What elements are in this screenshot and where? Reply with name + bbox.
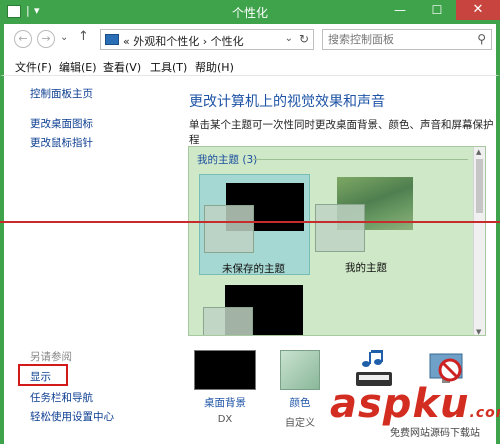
up-button[interactable]: ↑ — [78, 29, 89, 44]
minimize-button[interactable]: — — [382, 0, 418, 20]
maximize-button[interactable]: ☐ — [418, 0, 456, 20]
menu-file[interactable]: 文件(F) — [15, 59, 52, 75]
change-desktop-icons-link[interactable]: 更改桌面图标 — [30, 116, 93, 131]
desktop-background-value: DX — [217, 414, 233, 425]
menu-view[interactable]: 查看(V) — [103, 59, 141, 75]
desktop-background-setting[interactable]: 桌面背景 DX — [190, 348, 260, 428]
watermark-domain: .com — [469, 405, 500, 421]
menu-edit[interactable]: 编辑(E) — [59, 59, 97, 75]
theme-preview-window — [203, 307, 253, 335]
color-label: 颜色 — [289, 397, 311, 409]
breadcrumb: « 外观和个性化 › 个性化 — [123, 33, 244, 49]
search-input[interactable] — [328, 33, 468, 46]
breadcrumb-arrow-icon[interactable]: › — [203, 35, 207, 48]
page-title: 更改计算机上的视觉效果和声音 — [189, 94, 385, 110]
group-divider — [253, 159, 468, 160]
color-value: 自定义 — [285, 418, 315, 429]
watermark-brand: asp — [330, 381, 413, 427]
my-themes-count: (3) — [242, 154, 258, 166]
my-themes-group-header[interactable]: 我的主题 (3) — [197, 152, 257, 167]
themes-scrollbar[interactable]: ▲ ▼ — [473, 147, 485, 335]
watermark-subtitle: 免费网站源码下载站 — [390, 428, 480, 439]
my-themes-group-label: 我的主题 — [197, 154, 239, 166]
scroll-down-icon[interactable]: ▼ — [476, 328, 481, 335]
desktop-background-label: 桌面背景 — [204, 397, 246, 409]
close-button[interactable]: ✕ — [456, 0, 500, 20]
theme-tile-third[interactable] — [199, 279, 310, 335]
forward-button[interactable]: → — [37, 30, 55, 48]
breadcrumb-appearance[interactable]: 外观和个性化 — [133, 35, 199, 48]
address-dropdown-icon[interactable]: ⌄ — [285, 33, 293, 44]
search-box[interactable]: ⚲ — [322, 29, 492, 50]
see-also-label: 另请参阅 — [30, 351, 72, 363]
menu-tools[interactable]: 工具(T) — [150, 59, 187, 75]
control-panel-icon — [105, 34, 119, 45]
menu-help[interactable]: 帮助(H) — [195, 59, 234, 75]
highlight-annotation — [18, 364, 68, 386]
theme-preview-window — [315, 204, 365, 252]
theme-tile-my-theme[interactable]: 我的主题 — [313, 174, 424, 275]
breadcrumb-overflow[interactable]: « — [123, 35, 130, 48]
refresh-icon[interactable]: ↻ — [299, 32, 309, 46]
color-setting[interactable]: 颜色 自定义 — [270, 348, 330, 429]
theme-label: 未保存的主题 — [222, 263, 285, 275]
title-bar: | ▾ 个性化 — ☐ ✕ — [0, 0, 500, 24]
background-thumbnail — [194, 350, 256, 390]
theme-preview-window — [204, 205, 254, 253]
themes-list: 我的主题 (3) 未保存的主题 我的主题 ▲ ▼ — [188, 146, 486, 336]
menu-bar: 文件(F) 编辑(E) 查看(V) 工具(T) 帮助(H) — [0, 56, 500, 76]
page-description: 单击某个主题可一次性同时更改桌面背景、颜色、声音和屏幕保护程 — [189, 119, 494, 146]
ease-of-access-link[interactable]: 轻松使用设置中心 — [30, 409, 114, 424]
search-icon[interactable]: ⚲ — [477, 32, 486, 46]
address-row: ← → ⌄ ↑ « 外观和个性化 › 个性化 ⌄ ↻ ⚲ — [0, 24, 500, 56]
scroll-up-icon[interactable]: ▲ — [476, 148, 481, 156]
theme-tile-unsaved[interactable]: 未保存的主题 — [199, 174, 310, 275]
scroll-thumb[interactable] — [476, 159, 483, 213]
watermark-brand-ku: ku — [412, 381, 470, 427]
recent-locations-icon[interactable]: ⌄ — [60, 32, 68, 43]
back-button[interactable]: ← — [14, 30, 32, 48]
color-swatch — [280, 350, 320, 390]
breadcrumb-personalization[interactable]: 个性化 — [211, 35, 244, 48]
address-bar[interactable]: « 外观和个性化 › 个性化 ⌄ ↻ — [100, 29, 314, 50]
taskbar-navigation-link[interactable]: 任务栏和导航 — [30, 390, 93, 405]
theme-label: 我的主题 — [345, 262, 387, 274]
change-mouse-pointers-link[interactable]: 更改鼠标指针 — [30, 135, 93, 150]
control-panel-home-link[interactable]: 控制面板主页 — [30, 86, 93, 101]
red-annotation-line — [0, 221, 500, 223]
